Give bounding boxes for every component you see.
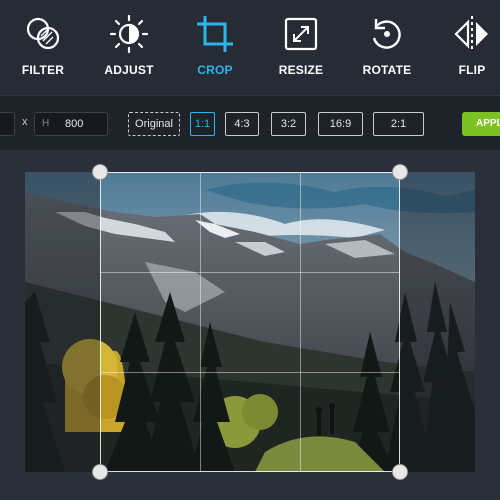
ratio-16-9-button[interactable]: 16:9 <box>318 112 363 136</box>
ratio-original-button[interactable]: Original <box>128 112 180 136</box>
crop-grid-line <box>300 173 301 471</box>
tool-rotate[interactable]: ROTATE <box>357 0 417 95</box>
width-field[interactable] <box>0 112 15 136</box>
tool-filter[interactable]: FILTER <box>13 0 73 95</box>
adjust-icon <box>109 14 149 54</box>
tool-crop-label: CROP <box>197 63 233 77</box>
height-field[interactable]: H 800 <box>34 112 108 136</box>
flip-icon <box>452 14 492 54</box>
crop-handle-top-left[interactable] <box>92 164 108 180</box>
crop-grid-line <box>200 173 201 471</box>
rotate-icon <box>367 14 407 54</box>
apply-button[interactable]: APPLY <box>462 112 500 136</box>
ratio-2-1-button[interactable]: 2:1 <box>373 112 424 136</box>
tool-bar: FILTER ADJUST CROP RESIZE ROTATE FLIP <box>0 0 500 95</box>
tool-crop[interactable]: CROP <box>185 0 245 95</box>
crop-grid-line <box>101 272 399 273</box>
crop-options-bar: x H 800 Original 1:1 4:3 3:2 16:9 2:1 AP… <box>0 95 500 150</box>
ratio-3-2-button[interactable]: 3:2 <box>271 112 306 136</box>
crop-shade-left <box>25 172 100 472</box>
size-separator: x <box>22 116 28 128</box>
ratio-4-3-button[interactable]: 4:3 <box>225 112 259 136</box>
image-canvas <box>0 150 500 500</box>
tool-flip-label: FLIP <box>458 63 486 77</box>
tool-filter-label: FILTER <box>21 63 65 77</box>
crop-shade-right <box>400 172 475 472</box>
tool-adjust-label: ADJUST <box>104 63 154 77</box>
crop-handle-top-right[interactable] <box>392 164 408 180</box>
height-prefix: H <box>42 118 50 129</box>
crop-area[interactable] <box>100 172 400 472</box>
height-value: 800 <box>65 118 84 130</box>
crop-grid-line <box>101 372 399 373</box>
tool-rotate-label: ROTATE <box>362 63 412 77</box>
tool-resize[interactable]: RESIZE <box>270 0 332 95</box>
crop-handle-bottom-right[interactable] <box>392 464 408 480</box>
mountain-photo <box>25 172 475 472</box>
tool-resize-label: RESIZE <box>278 63 324 77</box>
crop-handle-bottom-left[interactable] <box>92 464 108 480</box>
tool-flip[interactable]: FLIP <box>442 0 500 95</box>
crop-icon <box>195 14 235 54</box>
resize-icon <box>281 14 321 54</box>
filter-icon <box>23 14 63 54</box>
tool-adjust[interactable]: ADJUST <box>98 0 160 95</box>
ratio-1-1-button[interactable]: 1:1 <box>190 112 215 136</box>
